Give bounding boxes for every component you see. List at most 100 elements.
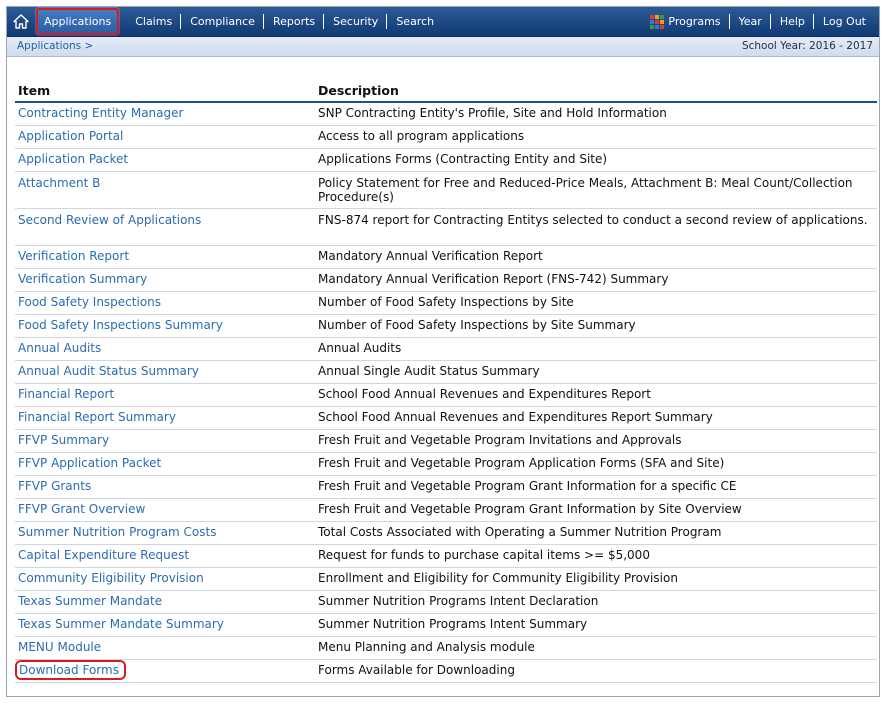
- school-year-label: School Year: 2016 - 2017: [741, 40, 873, 52]
- description-cell: SNP Contracting Entity's Profile, Site a…: [315, 102, 877, 126]
- item-cell: Texas Summer Mandate Summary: [15, 613, 315, 637]
- description-cell: Mandatory Annual Verification Report (FN…: [315, 268, 877, 292]
- table-row: Download Forms Forms Available for Downlo…: [15, 659, 877, 683]
- table-row: Verification Summary Mandatory Annual Ver…: [15, 268, 877, 292]
- item-cell: Application Packet: [15, 148, 315, 172]
- item-cell: Summer Nutrition Program Costs: [15, 521, 315, 545]
- item-cell: Texas Summer Mandate: [15, 590, 315, 614]
- item-cell: Food Safety Inspections Summary: [15, 314, 315, 338]
- item-cell: Verification Report: [15, 245, 315, 269]
- item-link[interactable]: FFVP Summary: [18, 433, 109, 447]
- breadcrumb-bar: Applications > School Year: 2016 - 2017: [7, 37, 879, 57]
- table-row: Community Eligibility Provision Enrollmen…: [15, 567, 877, 591]
- item-cell: Attachment B: [15, 171, 315, 209]
- item-cell: FFVP Grant Overview: [15, 498, 315, 522]
- nav-help[interactable]: Help: [771, 7, 814, 36]
- item-cell: FFVP Grants: [15, 475, 315, 499]
- description-cell: Fresh Fruit and Vegetable Program Grant …: [315, 498, 877, 522]
- table-row: Attachment B Policy Statement for Free an…: [15, 171, 877, 209]
- nav-reports[interactable]: Reports: [264, 7, 325, 36]
- description-cell: Summer Nutrition Programs Intent Summary: [315, 613, 877, 637]
- table-row: Application Portal Access to all program …: [15, 125, 877, 149]
- item-link[interactable]: Community Eligibility Provision: [18, 571, 204, 585]
- description-cell: Annual Single Audit Status Summary: [315, 360, 877, 384]
- description-cell: Mandatory Annual Verification Report: [315, 245, 877, 269]
- table-row: Texas Summer Mandate Summer Nutrition Pro…: [15, 590, 877, 614]
- table-row: FFVP Grants Fresh Fruit and Vegetable Pro…: [15, 475, 877, 499]
- table-row: Verification Report Mandatory Annual Veri…: [15, 245, 877, 269]
- table-row: FFVP Summary Fresh Fruit and Vegetable Pr…: [15, 429, 877, 453]
- description-cell: Enrollment and Eligibility for Community…: [315, 567, 877, 591]
- table-row: FFVP Grant Overview Fresh Fruit and Veget…: [15, 498, 877, 522]
- description-cell: Fresh Fruit and Vegetable Program Invita…: [315, 429, 877, 453]
- table-row: Financial Report School Food Annual Reven…: [15, 383, 877, 407]
- top-nav-bar: Applications Claims Compliance Reports Secur…: [7, 7, 879, 37]
- item-link[interactable]: Application Packet: [18, 152, 128, 166]
- description-cell: School Food Annual Revenues and Expendit…: [315, 406, 877, 430]
- item-link[interactable]: Food Safety Inspections: [18, 295, 161, 309]
- item-link[interactable]: Texas Summer Mandate: [18, 594, 162, 608]
- table-row: Annual Audits Annual Audits: [15, 337, 877, 361]
- item-cell: Annual Audit Status Summary: [15, 360, 315, 384]
- table-row: Contracting Entity Manager SNP Contractin…: [15, 102, 877, 126]
- table-row: Food Safety Inspections Summary Number of…: [15, 314, 877, 338]
- description-cell: Fresh Fruit and Vegetable Program Applic…: [315, 452, 877, 476]
- item-link[interactable]: FFVP Grants: [18, 479, 91, 493]
- item-link[interactable]: Financial Report: [18, 387, 114, 401]
- item-cell: Capital Expenditure Request: [15, 544, 315, 568]
- table-header-row: Item Description: [15, 80, 877, 103]
- item-link[interactable]: Contracting Entity Manager: [18, 106, 183, 120]
- item-link[interactable]: MENU Module: [18, 640, 101, 654]
- item-link[interactable]: Annual Audits: [18, 341, 101, 355]
- item-cell: FFVP Application Packet: [15, 452, 315, 476]
- description-cell: Fresh Fruit and Vegetable Program Grant …: [315, 475, 877, 499]
- nav-year[interactable]: Year: [730, 7, 772, 36]
- item-cell: Contracting Entity Manager: [15, 102, 315, 126]
- description-cell: Request for funds to purchase capital it…: [315, 544, 877, 568]
- item-link[interactable]: Annual Audit Status Summary: [18, 364, 199, 378]
- item-link[interactable]: Financial Report Summary: [18, 410, 176, 424]
- nav-right-items: Programs Year Help Log Out: [641, 7, 879, 36]
- item-link[interactable]: Download Forms: [15, 660, 126, 680]
- nav-programs[interactable]: Programs: [641, 7, 730, 36]
- item-link[interactable]: Second Review of Applications: [18, 213, 201, 227]
- description-cell: FNS-874 report for Contracting Entitys s…: [315, 208, 877, 246]
- item-link[interactable]: Capital Expenditure Request: [18, 548, 189, 562]
- item-link[interactable]: Attachment B: [18, 176, 100, 190]
- item-link[interactable]: Verification Summary: [18, 272, 147, 286]
- description-cell: Access to all program applications: [315, 125, 877, 149]
- nav-compliance[interactable]: Compliance: [181, 7, 264, 36]
- table-row: Summer Nutrition Program Costs Total Cost…: [15, 521, 877, 545]
- nav-log-out[interactable]: Log Out: [814, 7, 875, 36]
- item-link[interactable]: Summer Nutrition Program Costs: [18, 525, 216, 539]
- table-body: Contracting Entity Manager SNP Contractin…: [15, 102, 877, 683]
- table-row: Food Safety Inspections Number of Food Sa…: [15, 291, 877, 315]
- table-row: MENU Module Menu Planning and Analysis mo…: [15, 636, 877, 660]
- breadcrumb[interactable]: Applications >: [17, 37, 93, 56]
- item-cell: Annual Audits: [15, 337, 315, 361]
- item-link[interactable]: Application Portal: [18, 129, 123, 143]
- item-link[interactable]: FFVP Application Packet: [18, 456, 161, 470]
- home-icon[interactable]: [7, 7, 35, 36]
- item-cell: Verification Summary: [15, 268, 315, 292]
- item-cell: MENU Module: [15, 636, 315, 660]
- item-link[interactable]: Texas Summer Mandate Summary: [18, 617, 224, 631]
- description-cell: Forms Available for Downloading: [315, 659, 877, 683]
- item-link[interactable]: Verification Report: [18, 249, 129, 263]
- nav-applications[interactable]: Applications: [35, 7, 121, 36]
- item-link[interactable]: FFVP Grant Overview: [18, 502, 145, 516]
- nav-programs-label: Programs: [668, 15, 721, 28]
- nav-search[interactable]: Search: [387, 7, 443, 36]
- description-cell: Applications Forms (Contracting Entity a…: [315, 148, 877, 172]
- item-cell: Food Safety Inspections: [15, 291, 315, 315]
- description-cell: School Food Annual Revenues and Expendit…: [315, 383, 877, 407]
- nav-security[interactable]: Security: [324, 7, 388, 36]
- applications-table: Item Description Contracting Entity Mana…: [15, 80, 877, 683]
- item-cell: Financial Report Summary: [15, 406, 315, 430]
- item-cell: FFVP Summary: [15, 429, 315, 453]
- nav-claims[interactable]: Claims: [126, 7, 182, 36]
- item-link[interactable]: Food Safety Inspections Summary: [18, 318, 223, 332]
- table-row: FFVP Application Packet Fresh Fruit and V…: [15, 452, 877, 476]
- table-row: Financial Report Summary School Food Annu…: [15, 406, 877, 430]
- item-cell: Second Review of Applications: [15, 208, 315, 246]
